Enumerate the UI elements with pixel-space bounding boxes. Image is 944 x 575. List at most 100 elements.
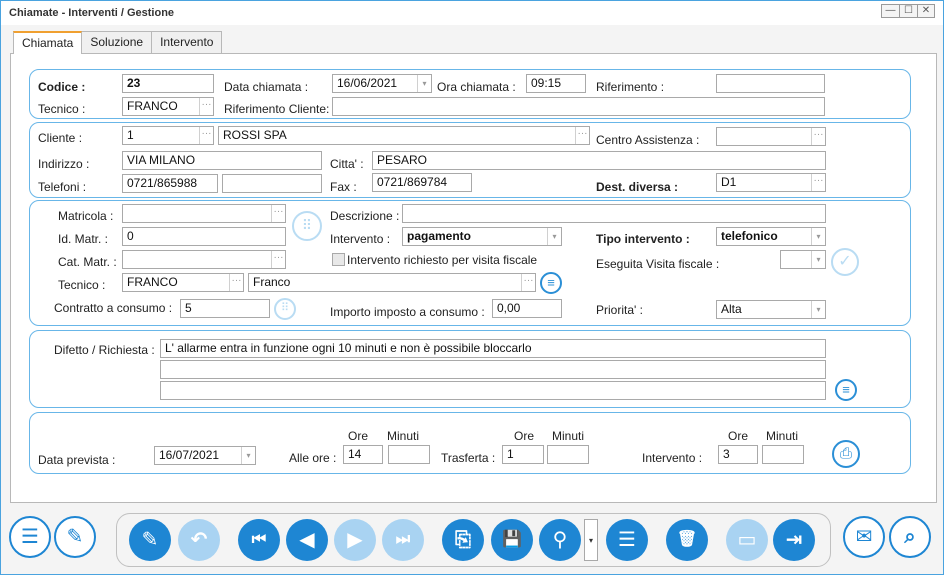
eseguita-visita-select[interactable]: ▾	[780, 250, 826, 269]
data-prevista-input[interactable]: 16/07/2021 ▾	[154, 446, 256, 465]
ora-chiamata-input[interactable]: 09:15	[526, 74, 586, 93]
document-search-icon[interactable]: ⌕	[889, 516, 931, 558]
dest-diversa-input[interactable]: D1 ···	[716, 173, 826, 192]
data-chiamata-input[interactable]: 16/06/2021 ▾	[332, 74, 432, 93]
mail-icon[interactable]: ✉	[843, 516, 885, 558]
chevron-down-icon[interactable]: ▾	[547, 228, 561, 245]
delete-icon[interactable]: 🗑	[666, 519, 708, 561]
bottom-toolbar: ☰ ✎ ✎ ↶ ⏮ ◀ ▶ ⏭ ⎘ 💾 ⚲ ▾ ☰ 🗑 ▭ ⇥ ✉ ⌕	[1, 508, 943, 574]
new-document-icon[interactable]: ✎	[129, 519, 171, 561]
cliente-code-input[interactable]: 1 ···	[122, 126, 214, 145]
codice-input[interactable]: 23	[122, 74, 214, 93]
card-icon[interactable]: ▭	[726, 519, 768, 561]
exit-icon[interactable]: ⇥	[773, 519, 815, 561]
main-window: Chiamate - Interventi / Gestione — ☐ ✕ C…	[0, 0, 944, 575]
menu-icon[interactable]: ☰	[606, 519, 648, 561]
indirizzo-label: Indirizzo :	[38, 157, 90, 171]
rif-cliente-input[interactable]	[332, 97, 825, 116]
trasferta-minutes-input[interactable]	[547, 445, 589, 464]
fax-input[interactable]: 0721/869784	[372, 173, 472, 192]
id-matr-label: Id. Matr. :	[58, 232, 109, 246]
tecnico-name-input[interactable]: Franco ···	[248, 273, 536, 292]
chevron-down-icon[interactable]: ▾	[417, 75, 431, 92]
descrizione-label: Descrizione :	[330, 209, 400, 223]
close-button[interactable]: ✕	[917, 4, 935, 18]
ellipsis-icon[interactable]: ···	[199, 98, 213, 115]
ellipsis-icon[interactable]: ···	[575, 127, 589, 144]
cat-matr-input[interactable]: ···	[122, 250, 286, 269]
alle-ore-hours-input[interactable]: 14	[343, 445, 383, 464]
trasferta-hours-input[interactable]: 1	[502, 445, 544, 464]
first-record-icon[interactable]: ⏮	[238, 519, 280, 561]
difetto-line-3[interactable]	[160, 381, 826, 400]
data-prevista-value: 16/07/2021	[159, 448, 220, 462]
intervento-hours-input[interactable]: 3	[718, 445, 758, 464]
tab-soluzione[interactable]: Soluzione	[81, 31, 153, 53]
ellipsis-icon[interactable]: ···	[271, 251, 285, 268]
centro-assistenza-input[interactable]: ···	[716, 127, 826, 146]
ellipsis-icon[interactable]: ···	[521, 274, 535, 291]
print-icon[interactable]: ⎙	[832, 440, 860, 468]
ellipsis-icon[interactable]: ···	[199, 127, 213, 144]
tab-chiamata[interactable]: Chiamata	[13, 31, 83, 54]
grid-icon[interactable]: ⠿	[274, 298, 296, 320]
dest-diversa-label: Dest. diversa :	[596, 180, 679, 194]
indirizzo-input[interactable]: VIA MILANO	[122, 151, 322, 170]
intervento-select[interactable]: pagamento ▾	[402, 227, 562, 246]
ellipsis-icon[interactable]: ···	[229, 274, 243, 291]
intervento-minutes-input[interactable]	[762, 445, 804, 464]
tab-strip: Chiamata Soluzione Intervento	[13, 31, 223, 54]
alle-ore-minutes-input[interactable]	[388, 445, 430, 464]
citta-input[interactable]: PESARO	[372, 151, 826, 170]
search-icon[interactable]: ⚲	[539, 519, 581, 561]
tab-intervento[interactable]: Intervento	[151, 31, 223, 53]
check-icon[interactable]: ✓	[831, 248, 859, 276]
save-icon[interactable]: 💾	[491, 519, 533, 561]
search-options-dropdown[interactable]: ▾	[584, 519, 598, 561]
descrizione-input[interactable]	[402, 204, 826, 223]
telefoni-input-1[interactable]: 0721/865988	[122, 174, 218, 193]
chevron-down-icon[interactable]: ▾	[811, 251, 825, 268]
chevron-down-icon[interactable]: ▾	[811, 301, 825, 318]
cat-matr-label: Cat. Matr. :	[58, 255, 117, 269]
ellipsis-icon[interactable]: ···	[811, 128, 825, 145]
duplicate-icon[interactable]: ⎘	[442, 519, 484, 561]
tipo-intervento-select[interactable]: telefonico ▾	[716, 227, 826, 246]
trasferta-minuti-header: Minuti	[552, 429, 585, 443]
matricola-input[interactable]: ···	[122, 204, 286, 223]
priorita-select[interactable]: Alta ▾	[716, 300, 826, 319]
minimize-button[interactable]: —	[881, 4, 899, 18]
grid-icon[interactable]: ⠿	[292, 211, 322, 241]
last-record-icon[interactable]: ⏭	[382, 519, 424, 561]
importo-input[interactable]: 0,00	[492, 299, 562, 318]
centro-assistenza-label: Centro Assistenza :	[596, 133, 700, 147]
edit-icon[interactable]: ✎	[54, 516, 96, 558]
difetto-line-1[interactable]: L' allarme entra in funzione ogni 10 min…	[160, 339, 826, 358]
chevron-down-icon[interactable]: ▾	[811, 228, 825, 245]
telefoni-input-2[interactable]	[222, 174, 322, 193]
cliente-label: Cliente :	[38, 131, 83, 145]
database-icon[interactable]: ☰	[9, 516, 51, 558]
next-record-icon[interactable]: ▶	[334, 519, 376, 561]
contratto-input[interactable]: 5	[180, 299, 270, 318]
maximize-button[interactable]: ☐	[899, 4, 917, 18]
list-icon[interactable]: ≡	[540, 272, 562, 294]
previous-record-icon[interactable]: ◀	[286, 519, 328, 561]
tecnico-code-input[interactable]: FRANCO ···	[122, 273, 244, 292]
difetto-line-2[interactable]	[160, 360, 826, 379]
chevron-down-icon[interactable]: ▾	[241, 447, 255, 464]
ellipsis-icon[interactable]: ···	[811, 174, 825, 191]
tecnico-input[interactable]: FRANCO ···	[122, 97, 214, 116]
riferimento-label: Riferimento :	[596, 80, 665, 94]
visita-fiscale-checkbox[interactable]	[332, 253, 345, 266]
riferimento-input[interactable]	[716, 74, 825, 93]
undo-icon[interactable]: ↶	[178, 519, 220, 561]
ellipsis-icon[interactable]: ···	[271, 205, 285, 222]
list-icon[interactable]: ≡	[835, 379, 857, 401]
tecnico-machine-label: Tecnico :	[58, 278, 106, 292]
id-matr-input[interactable]: 0	[122, 227, 286, 246]
data-prevista-label: Data prevista :	[38, 453, 116, 467]
cliente-name-value: ROSSI SPA	[223, 128, 287, 142]
cliente-name-input[interactable]: ROSSI SPA ···	[218, 126, 590, 145]
window-controls: — ☐ ✕	[881, 4, 935, 18]
